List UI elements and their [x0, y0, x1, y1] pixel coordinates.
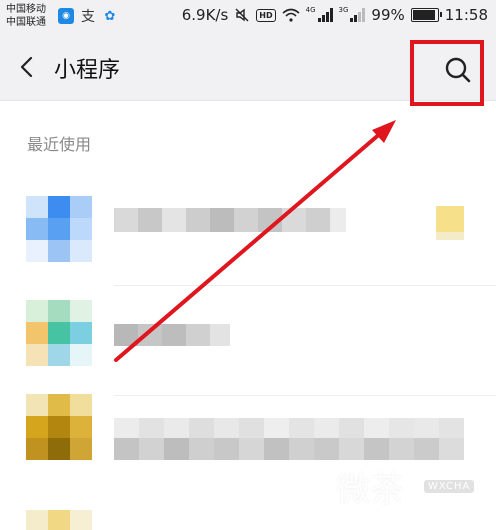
list-item[interactable] — [0, 286, 496, 396]
alipay-icon: 支 — [81, 9, 95, 25]
mini-program-icon — [26, 196, 92, 262]
list-item[interactable] — [0, 506, 496, 530]
recent-section-label: 最近使用 — [27, 135, 92, 154]
blurred-name — [114, 418, 464, 438]
list-item[interactable] — [0, 176, 496, 286]
signal-icon — [317, 8, 333, 22]
blurred-badge-tail — [436, 232, 464, 240]
paw-icon: ✿ — [104, 8, 116, 24]
list-item[interactable] — [0, 394, 496, 506]
blurred-name — [114, 208, 346, 232]
carrier-2: 中国联通 — [6, 17, 46, 28]
blurred-name — [114, 324, 230, 346]
hd-badge: HD — [256, 8, 276, 22]
carrier-labels: 中国移动 中国联通 — [6, 3, 46, 29]
blurred-badge — [436, 206, 464, 232]
mini-program-icon — [26, 394, 92, 460]
status-bar: 中国移动 中国联通 ◉ 支 ✿ 6.9K/s HD 4G 3G 99% 11:5… — [0, 0, 496, 34]
mini-program-icon — [26, 300, 92, 366]
clock: 11:58 — [444, 6, 488, 24]
network-3g: 3G — [338, 6, 349, 14]
watermark-sub: WXCHA — [424, 480, 475, 493]
app-notification-icon: ◉ — [58, 8, 74, 24]
battery-percent: 99% — [371, 6, 405, 24]
mute-icon — [235, 8, 249, 22]
network-speed: 6.9K/s — [181, 6, 229, 24]
blurred-description — [114, 438, 464, 460]
battery-icon — [410, 8, 442, 22]
wifi-icon — [282, 8, 300, 22]
search-highlight-box — [410, 40, 484, 106]
notification-icons: ◉ 支 ✿ — [58, 8, 118, 25]
status-right: 6.9K/s HD 4G 3G 99% 11:58 — [182, 6, 488, 24]
network-4g: 4G — [305, 6, 316, 14]
watermark-logo: 微茶 — [336, 470, 404, 510]
page-title: 小程序 — [54, 58, 121, 83]
signal-icon-secondary — [350, 8, 366, 22]
mini-program-icon — [26, 510, 92, 530]
back-arrow-icon[interactable] — [12, 52, 42, 82]
carrier-1: 中国移动 — [6, 4, 46, 15]
